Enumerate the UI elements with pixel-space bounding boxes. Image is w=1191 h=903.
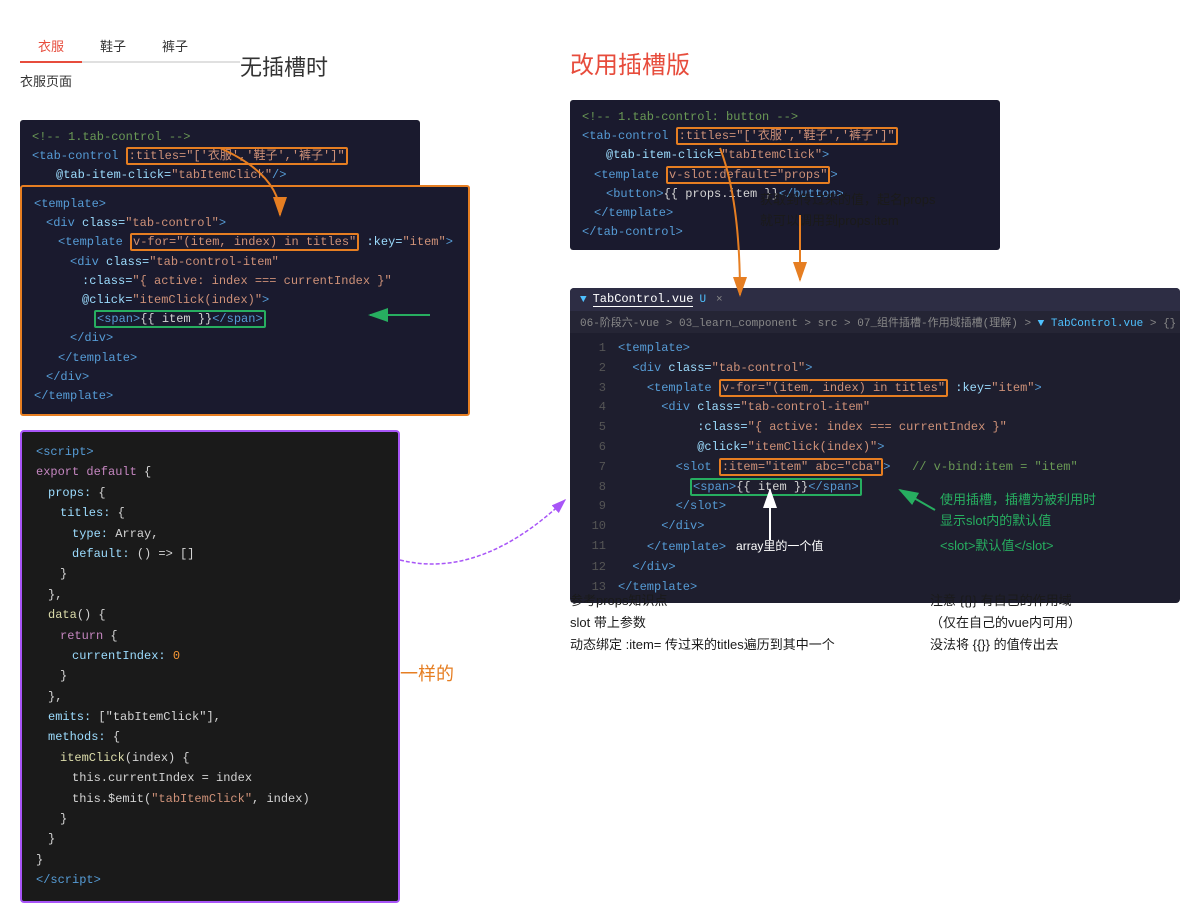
editor-close[interactable]: × (716, 294, 723, 306)
script-line-3: props: { (36, 483, 384, 503)
editor-line-4: 4 <div class="tab-control-item" (570, 398, 1180, 418)
script-line-10: return { (36, 626, 384, 646)
page-label: 衣服页面 (20, 67, 240, 94)
slot-event: @tab-item-click="tabItemClick"> (582, 146, 988, 165)
script-line-8: }, (36, 585, 384, 605)
annotation-same: 一样的 (400, 660, 454, 689)
script-line-1: <script> (36, 442, 384, 462)
editor-tab[interactable]: TabControl.vue (593, 292, 694, 307)
editor-line-3: 3 <template v-for="(item, index) in titl… (570, 379, 1180, 399)
script-line-18: this.$emit("tabItemClick", index) (36, 789, 384, 809)
script-line-5: type: Array, (36, 524, 384, 544)
editor-line-1: 1 <template> (570, 339, 1180, 359)
editor-content: 1 <template> 2 <div class="tab-control">… (570, 333, 1180, 603)
tpl-line-3: <template v-for="(item, index) in titles… (34, 233, 456, 252)
breadcrumb-path: 06-阶段六-vue > 03_learn_component > src > … (580, 318, 1038, 330)
tpl-line-1: <template> (34, 195, 456, 214)
editor-line-12: 12 </div> (570, 558, 1180, 578)
script-line-9: data() { (36, 605, 384, 625)
editor-modified: U (699, 294, 706, 306)
tpl-line-11: </template> (34, 387, 456, 406)
script-line-15: methods: { (36, 727, 384, 747)
tpl-line-9: </template> (34, 349, 456, 368)
code-comment: <!-- 1.tab-control --> (32, 128, 408, 147)
script-line-22: </script> (36, 870, 384, 890)
script-line-21: } (36, 850, 384, 870)
tab-item-pants[interactable]: 裤子 (144, 30, 206, 61)
script-line-13: }, (36, 687, 384, 707)
script-line-12: } (36, 666, 384, 686)
editor-line-2: 2 <div class="tab-control"> (570, 359, 1180, 379)
section-title-slot: 改用插槽版 (570, 45, 690, 80)
slot-comment: <!-- 1.tab-control: button --> (582, 108, 988, 127)
annotation-slot-params: 参考props知识点 slot 带上参数 动态绑定 :item= 传过来的tit… (570, 590, 835, 656)
breadcrumb-file: ▼ TabControl.vue (1038, 318, 1144, 330)
script-line-19: } (36, 809, 384, 829)
code-line-event: @tab-item-click="tabItemClick"/> (32, 166, 408, 185)
annotation-props: 获取到传过来的值，起名props 就可以调用到props.item (760, 190, 936, 232)
script-line-2: export default { (36, 462, 384, 482)
tpl-line-7: <span>{{ item }}</span> (34, 310, 456, 329)
script-line-14: emits: ["tabItemClick"], (36, 707, 384, 727)
annotation-slot-default: 使用插槽，插槽为被利用时 显示slot内的默认值 <slot>默认值</slot… (940, 490, 1096, 556)
slot-template-open: <template v-slot:default="props"> (582, 166, 988, 185)
editor-line-6: 6 @click="itemClick(index)"> (570, 438, 1180, 458)
tpl-line-2: <div class="tab-control"> (34, 214, 456, 233)
script-line-4: titles: { (36, 503, 384, 523)
script-line-20: } (36, 829, 384, 849)
tpl-line-6: @click="itemClick(index)"> (34, 291, 456, 310)
breadcrumb-scope: > {} (1143, 318, 1176, 330)
script-line-16: itemClick(index) { (36, 748, 384, 768)
top-code-noslot: <!-- 1.tab-control --> <tab-control :tit… (20, 120, 420, 194)
tab-item-shoes[interactable]: 鞋子 (82, 30, 144, 61)
tpl-line-4: <div class="tab-control-item" (34, 253, 456, 272)
vscode-title-bar: ▼ TabControl.vue U × (570, 288, 1180, 311)
tpl-line-5: :class="{ active: index === currentIndex… (34, 272, 456, 291)
vscode-breadcrumb: 06-阶段六-vue > 03_learn_component > src > … (570, 311, 1180, 333)
section-title-noslot: 无插槽时 (240, 50, 328, 82)
annotation-scope: 注意 {{}} 有自己的作用域 （仅在自己的vue内可用） 没法将 {{}} 的… (930, 590, 1081, 656)
editor-line-5: 5 :class="{ active: index === currentInd… (570, 418, 1180, 438)
tpl-line-10: </div> (34, 368, 456, 387)
script-line-7: } (36, 564, 384, 584)
code-line-tag: <tab-control :titles="['衣服','鞋子','裤子']" (32, 147, 408, 166)
tpl-line-8: </div> (34, 329, 456, 348)
tab-bar: 衣服 鞋子 裤子 (20, 30, 240, 63)
script-line-6: default: () => [] (36, 544, 384, 564)
script-line-11: currentIndex: 0 (36, 646, 384, 666)
tab-bar-section: 衣服 鞋子 裤子 衣服页面 (20, 30, 240, 94)
editor-line-7: 7 <slot :item="item" abc="cba"> // v-bin… (570, 458, 1180, 478)
tab-item-clothes[interactable]: 衣服 (20, 30, 82, 63)
script-line-17: this.currentIndex = index (36, 768, 384, 788)
script-code-block: <script> export default { props: { title… (20, 430, 400, 903)
slot-tag-open: <tab-control :titles="['衣服','鞋子','裤子']" (582, 127, 988, 146)
template-code-block: <template> <div class="tab-control"> <te… (20, 185, 470, 416)
vue-icon: ▼ (580, 294, 587, 306)
